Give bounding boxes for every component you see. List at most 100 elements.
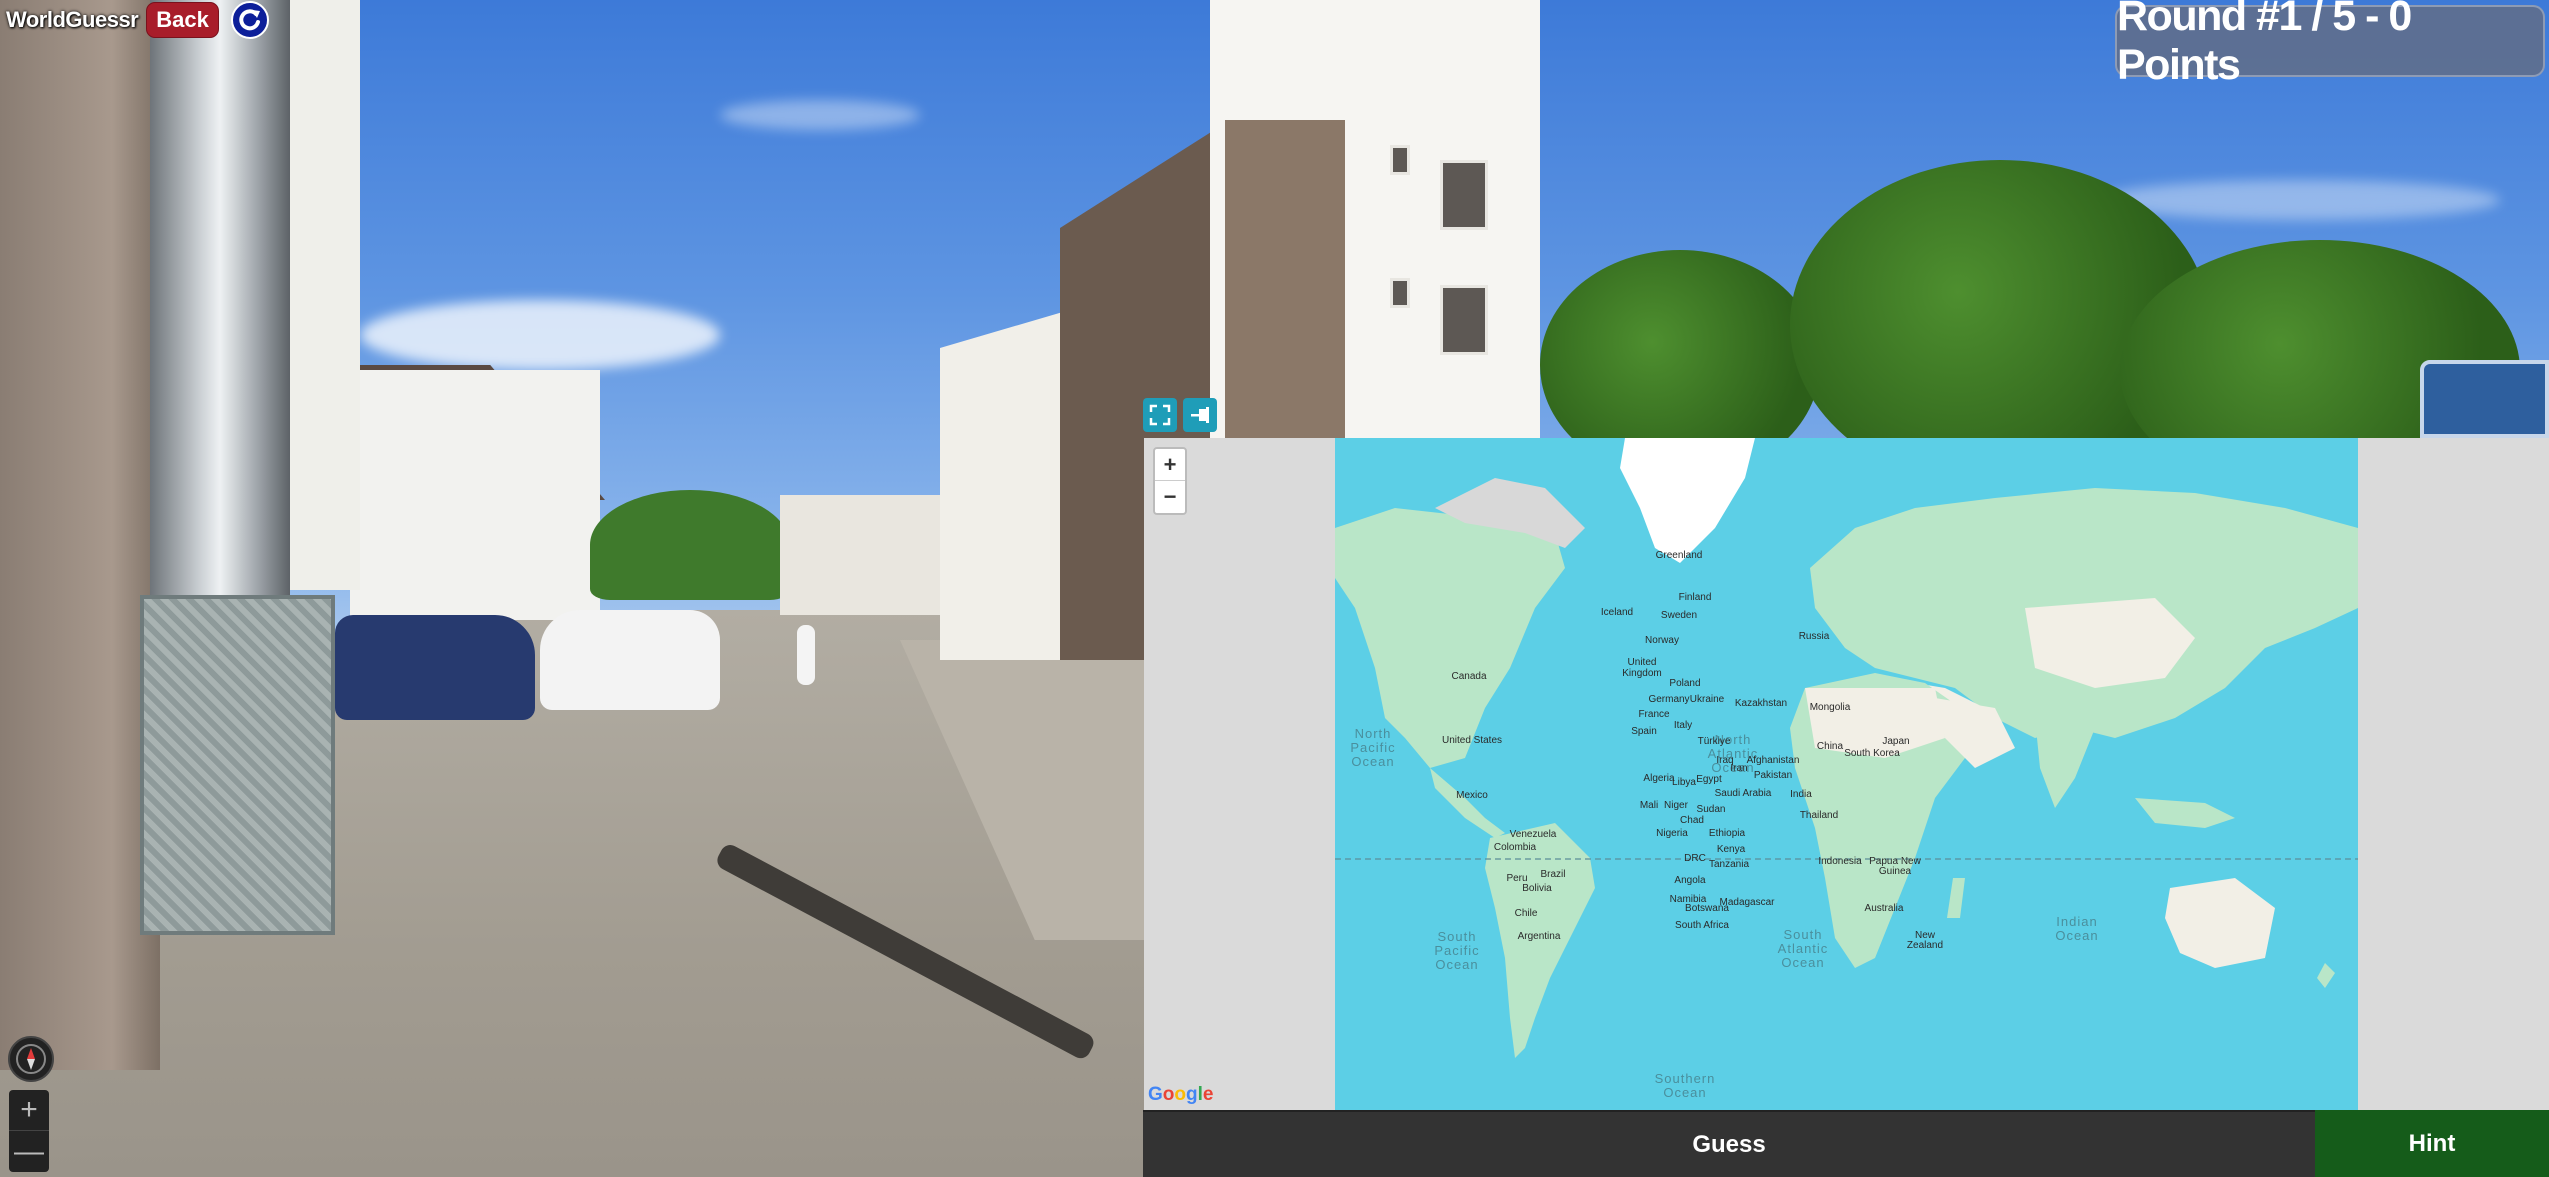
map-zoom-in-button[interactable]: + — [1155, 449, 1185, 481]
ocean-label: Indian — [2056, 914, 2097, 929]
map-zoom-out-button[interactable]: − — [1155, 481, 1185, 513]
country-label: Afghanistan — [1747, 755, 1800, 766]
ocean-label: Southern — [1655, 1071, 1716, 1086]
pin-icon — [1191, 407, 1209, 423]
country-label: Spain — [1631, 726, 1657, 737]
ocean-label: Pacific — [1350, 740, 1395, 755]
fullscreen-icon — [1149, 404, 1171, 426]
country-label: France — [1638, 709, 1670, 720]
country-label: Venezuela — [1510, 829, 1557, 840]
country-label: Libya — [1672, 777, 1696, 788]
country-label: Brazil — [1540, 869, 1565, 880]
country-label: Niger — [1664, 800, 1689, 811]
country-label: Bolivia — [1522, 883, 1552, 894]
guess-button[interactable]: Guess — [1143, 1110, 2315, 1177]
ocean-label: Ocean — [1351, 754, 1394, 769]
country-label: Egypt — [1696, 774, 1722, 785]
house — [350, 370, 600, 620]
left-wall — [0, 0, 160, 1070]
country-label: South Africa — [1675, 920, 1729, 931]
country-label: Chile — [1515, 908, 1538, 919]
ocean-label: Pacific — [1434, 943, 1479, 958]
country-label: Sudan — [1697, 804, 1726, 815]
country-label: Nigeria — [1656, 828, 1688, 839]
sign — [2420, 360, 2549, 438]
back-button[interactable]: Back — [146, 2, 219, 38]
world-map[interactable]: North Pacific Ocean North Atlantic Ocean… — [1335, 438, 2358, 1110]
country-label: China — [1817, 741, 1844, 752]
ocean-label: South — [1784, 927, 1823, 942]
country-label: Saudi Arabia — [1715, 788, 1772, 799]
country-label: Norway — [1645, 635, 1679, 646]
country-label: Russia — [1799, 631, 1830, 642]
ocean-label: Ocean — [1663, 1085, 1706, 1100]
pedestrian — [797, 625, 815, 685]
country-label: DRC — [1684, 853, 1706, 864]
trees — [1540, 140, 2549, 500]
country-label: Greenland — [1656, 550, 1703, 561]
country-label: Angola — [1674, 875, 1706, 886]
ocean-label: Ocean — [1781, 955, 1824, 970]
window — [1440, 285, 1488, 355]
map-tools — [1143, 398, 1217, 432]
country-label: Mongolia — [1810, 702, 1851, 713]
country-label: Kazakhstan — [1735, 698, 1787, 709]
country-label: Indonesia — [1818, 856, 1862, 867]
country-label: Iceland — [1601, 607, 1633, 618]
metal-chimney — [150, 0, 290, 600]
country-label: Thailand — [1800, 810, 1838, 821]
country-label: Colombia — [1494, 842, 1537, 853]
pin-button[interactable] — [1183, 398, 1217, 432]
parked-van — [335, 615, 535, 720]
country-label: Finland — [1679, 592, 1712, 603]
country-label: Chad — [1680, 815, 1704, 826]
refresh-button[interactable] — [230, 1, 269, 39]
hint-button[interactable]: Hint — [2315, 1110, 2549, 1177]
distant-building — [780, 495, 940, 615]
country-label: Italy — [1674, 720, 1692, 731]
round-score-banner: Round #1 / 5 - 0 Points — [2115, 0, 2545, 89]
country-label: Argentina — [1518, 931, 1561, 942]
ocean-label: Ocean — [1435, 957, 1478, 972]
country-label: Mexico — [1456, 790, 1488, 801]
window — [1390, 278, 1410, 308]
ocean-label: Ocean — [2055, 928, 2098, 943]
country-label: South Korea — [1844, 748, 1900, 759]
streetview-zoom-out-button[interactable]: — — [9, 1131, 49, 1172]
top-navbar: WorldGuessr Back — [0, 0, 269, 40]
country-label: Madagascar — [1719, 897, 1775, 908]
streetview-zoom-in-button[interactable]: + — [9, 1090, 49, 1131]
streetview-zoom-control: + — — [9, 1090, 49, 1172]
fullscreen-button[interactable] — [1143, 398, 1177, 432]
window — [1390, 145, 1410, 175]
country-label: Ukraine — [1690, 694, 1725, 705]
guess-map[interactable]: North Pacific Ocean North Atlantic Ocean… — [1144, 438, 2549, 1110]
map-zoom-control: + − — [1153, 447, 1187, 515]
country-label: Kingdom — [1622, 668, 1661, 679]
compass-button[interactable] — [8, 1036, 54, 1082]
ocean-label: North — [1355, 726, 1392, 741]
parked-car — [540, 610, 720, 710]
country-label: Poland — [1669, 678, 1700, 689]
country-label: Iran — [1730, 763, 1747, 774]
refresh-icon — [239, 9, 260, 31]
country-label: Canada — [1451, 671, 1486, 682]
country-label: Germany — [1648, 694, 1689, 705]
country-label: Sweden — [1661, 610, 1697, 621]
country-label: Zealand — [1907, 940, 1943, 951]
country-label: Tanzania — [1709, 859, 1749, 870]
ocean-label: Atlantic — [1778, 941, 1829, 956]
cloud — [720, 100, 920, 130]
country-label: Mali — [1640, 800, 1658, 811]
country-label: Türkiye — [1698, 736, 1731, 747]
ocean-label: South — [1438, 929, 1477, 944]
country-label: Japan — [1882, 736, 1909, 747]
country-label: Pakistan — [1754, 770, 1792, 781]
country-label: Algeria — [1643, 773, 1675, 784]
country-label: India — [1790, 789, 1812, 800]
country-label: Kenya — [1717, 844, 1746, 855]
window — [1440, 160, 1488, 230]
mesh-cabinet — [140, 595, 335, 935]
country-label: Ethiopia — [1709, 828, 1746, 839]
country-label: Australia — [1865, 903, 1904, 914]
